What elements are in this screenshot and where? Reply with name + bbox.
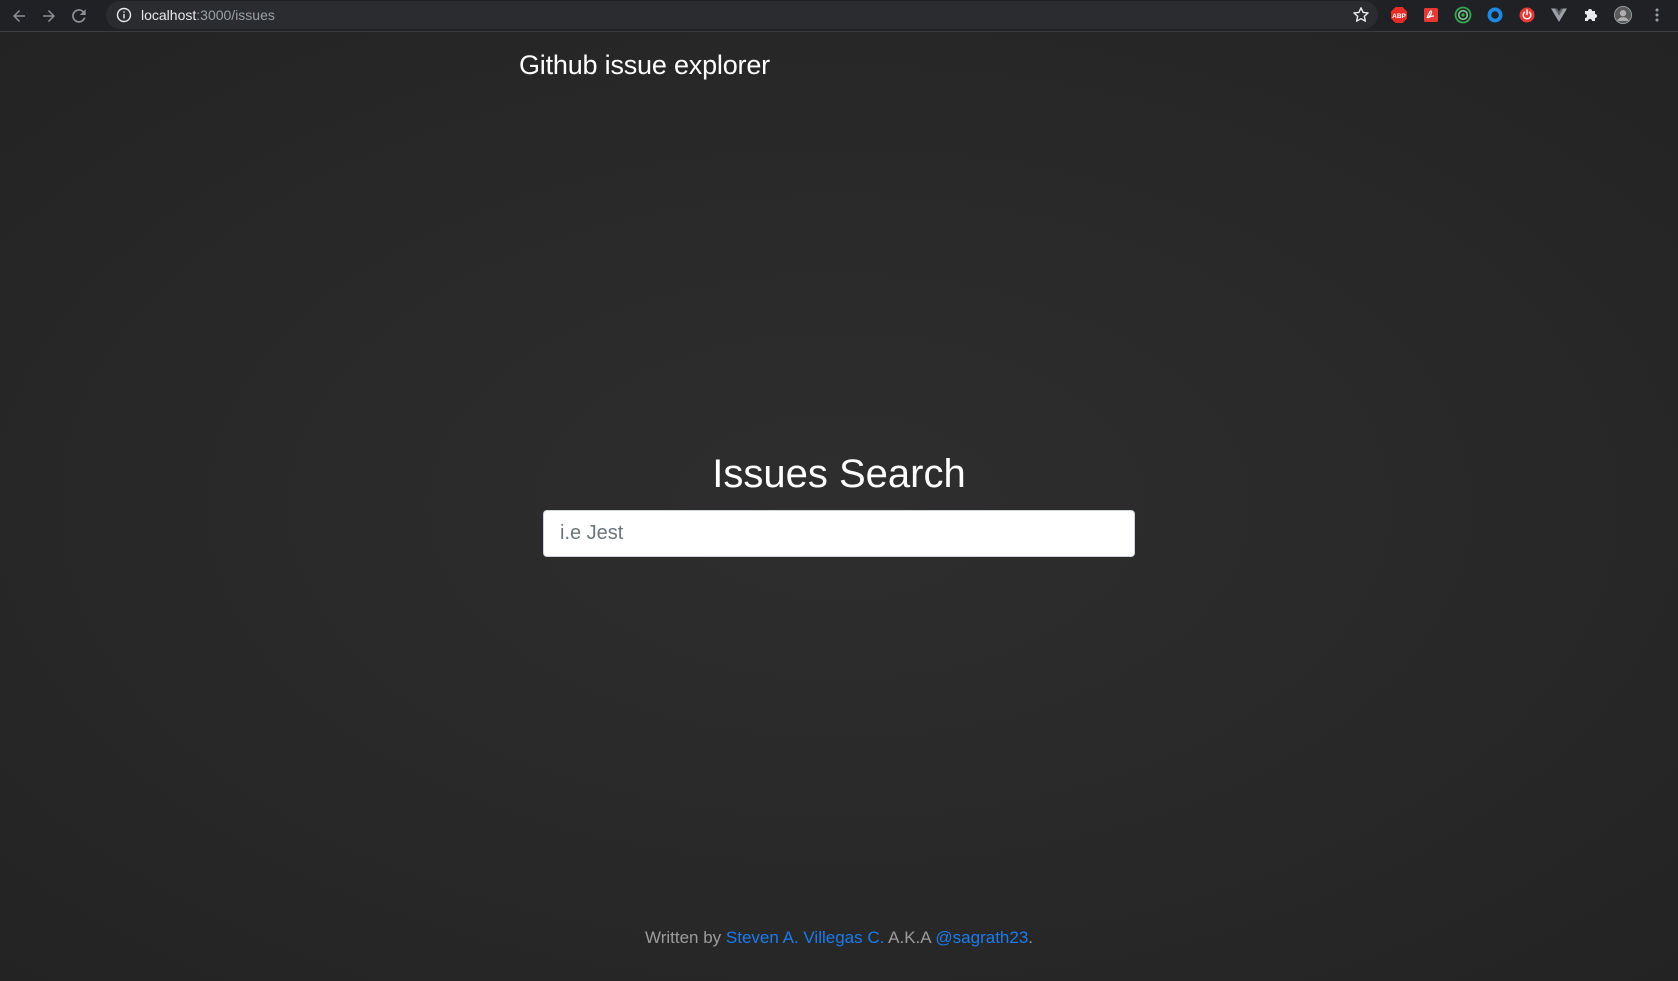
circle-extension-icon[interactable] (1486, 6, 1504, 24)
url-text: localhost:3000/issues (141, 7, 275, 23)
url-path: :3000/issues (196, 7, 275, 23)
profile-avatar[interactable] (1614, 6, 1632, 24)
page-content: Github issue explorer Issues Search Writ… (0, 32, 1678, 981)
reload-icon[interactable] (67, 4, 91, 28)
puzzle-icon[interactable] (1582, 6, 1600, 24)
vue-devtools-icon[interactable] (1550, 6, 1568, 24)
pdf-extension-icon[interactable] (1422, 6, 1440, 24)
star-icon[interactable] (1352, 6, 1370, 24)
handle-link[interactable]: @sagrath23 (935, 928, 1028, 947)
search-heading: Issues Search (712, 452, 966, 496)
address-bar[interactable]: localhost:3000/issues (106, 1, 1378, 29)
footer-suffix: . (1028, 928, 1034, 947)
adblock-plus-icon[interactable]: ABP (1390, 6, 1408, 24)
footer-aka: A.K.A (888, 928, 931, 947)
site-title: Github issue explorer (519, 50, 770, 80)
browser-toolbar: localhost:3000/issues ABP (0, 0, 1678, 32)
info-icon[interactable] (116, 7, 132, 23)
forward-arrow-icon[interactable] (37, 4, 61, 28)
search-input[interactable] (543, 510, 1135, 557)
author-link[interactable]: Steven A. Villegas C. (726, 928, 884, 947)
back-arrow-icon[interactable] (7, 4, 31, 28)
target-extension-icon[interactable] (1454, 6, 1472, 24)
footer: Written by Steven A. Villegas C. A.K.A @… (0, 928, 1678, 948)
adblock-label: ABP (1392, 13, 1406, 20)
url-host: localhost (141, 7, 197, 23)
power-extension-icon[interactable] (1518, 6, 1536, 24)
footer-prefix: Written by (644, 928, 722, 947)
kebab-menu-icon[interactable] (1648, 6, 1666, 24)
